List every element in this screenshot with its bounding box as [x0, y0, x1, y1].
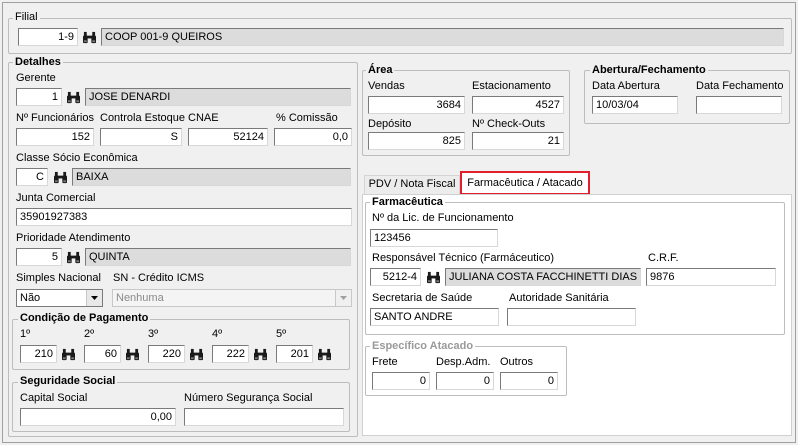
autoridade-label: Autoridade Sanitária [509, 292, 609, 304]
numero-seguranca-input[interactable] [184, 408, 344, 426]
funcionarios-label: Nº Funcionários [16, 112, 94, 124]
frete-label: Frete [372, 356, 398, 368]
area-title: Área [366, 64, 395, 77]
outros-input[interactable]: 0 [500, 372, 558, 390]
funcionarios-input[interactable]: 152 [16, 128, 94, 146]
abertura-title: Abertura/Fechamento [590, 64, 708, 77]
secretaria-label: Secretaria de Saúde [372, 292, 473, 304]
pagamento-4-label: 4º [212, 328, 223, 340]
cnae-input[interactable]: 52124 [188, 128, 268, 146]
cnae-label: CNAE [188, 112, 219, 124]
capital-input[interactable]: 0,00 [20, 408, 176, 426]
junta-label: Junta Comercial [16, 192, 96, 204]
responsavel-code-input[interactable]: 5212-4 [370, 268, 421, 286]
pagamento-title: Condição de Pagamento [18, 312, 151, 325]
pagamento-5-binoculars-icon[interactable] [315, 345, 333, 363]
classe-name-field: BAIXA [72, 168, 351, 186]
simples-select-value: Não [20, 292, 41, 304]
checkouts-input[interactable]: 21 [472, 132, 564, 150]
pagamento-3-input[interactable]: 220 [148, 345, 185, 363]
simples-select[interactable]: Não [16, 289, 103, 307]
filial-code-input[interactable]: 1-9 [18, 28, 78, 46]
pagamento-5-label: 5º [276, 328, 287, 340]
sn-credito-select-value: Nenhuma [116, 292, 164, 304]
pagamento-3-binoculars-icon[interactable] [187, 345, 205, 363]
simples-label: Simples Nacional [16, 272, 101, 284]
data-abertura-label: Data Abertura [592, 80, 660, 92]
filial-search-binoculars-icon[interactable] [80, 28, 98, 46]
prioridade-search-binoculars-icon[interactable] [64, 248, 82, 266]
pagamento-1-input[interactable]: 210 [20, 345, 57, 363]
data-fechamento-input[interactable] [696, 96, 782, 114]
secretaria-input[interactable]: SANTO ANDRE [370, 308, 499, 326]
farmaceutica-title: Farmacêutica [370, 196, 445, 209]
atacado-title: Específico Atacado [370, 340, 476, 353]
data-fechamento-label: Data Fechamento [696, 80, 784, 92]
deposito-label: Depósito [368, 118, 412, 130]
prioridade-label: Prioridade Atendimento [16, 232, 131, 244]
junta-input[interactable]: 35901927383 [16, 208, 352, 226]
responsavel-name-field: JULIANA COSTA FACCHINETTI DIAS [445, 268, 641, 286]
pagamento-4-input[interactable]: 222 [212, 345, 249, 363]
pagamento-2-binoculars-icon[interactable] [123, 345, 141, 363]
licenca-input[interactable]: 123456 [370, 229, 498, 247]
deposito-input[interactable]: 825 [368, 132, 465, 150]
pagamento-1-label: 1º [20, 328, 31, 340]
gerente-code-input[interactable]: 1 [16, 88, 62, 106]
controla-estoque-label: Controla Estoque [100, 112, 185, 124]
licenca-label: Nº da Lic. de Funcionamento [372, 212, 514, 224]
vendas-input[interactable]: 3684 [368, 96, 465, 114]
despadm-label: Desp.Adm. [436, 356, 491, 368]
chevron-down-icon[interactable] [335, 290, 351, 306]
filial-name-field: COOP 001-9 QUEIROS [101, 28, 784, 46]
comissao-input[interactable]: 0,0 [274, 128, 352, 146]
pagamento-5-input[interactable]: 201 [276, 345, 313, 363]
responsavel-label: Responsável Técnico (Farmáceutico) [372, 252, 554, 264]
classe-label: Classe Sócio Econômica [16, 152, 138, 164]
controla-estoque-input[interactable]: S [100, 128, 182, 146]
estacionamento-input[interactable]: 4527 [472, 96, 564, 114]
tab-pdv-nota-fiscal[interactable]: PDV / Nota Fiscal [364, 175, 460, 194]
checkouts-label: Nº Check-Outs [472, 118, 546, 130]
seguridade-title: Seguridade Social [18, 375, 118, 388]
data-abertura-input[interactable]: 10/03/04 [592, 96, 678, 114]
gerente-name-field: JOSE DENARDI [85, 88, 351, 106]
classe-code-input[interactable]: C [16, 168, 48, 186]
filial-title: Filial [13, 11, 40, 24]
gerente-search-binoculars-icon[interactable] [64, 88, 82, 106]
prioridade-name-field: QUINTA [85, 248, 351, 266]
responsavel-search-binoculars-icon[interactable] [424, 268, 442, 286]
sn-credito-label: SN - Crédito ICMS [113, 272, 205, 284]
numero-seguranca-label: Número Segurança Social [184, 392, 313, 404]
classe-search-binoculars-icon[interactable] [51, 168, 69, 186]
capital-label: Capital Social [20, 392, 88, 404]
pagamento-2-input[interactable]: 60 [84, 345, 121, 363]
prioridade-code-input[interactable]: 5 [16, 248, 62, 266]
crf-input[interactable]: 9876 [646, 268, 776, 286]
estacionamento-label: Estacionamento [472, 80, 551, 92]
outros-label: Outros [500, 356, 534, 368]
pagamento-1-binoculars-icon[interactable] [59, 345, 77, 363]
chevron-down-icon[interactable] [86, 290, 102, 306]
despadm-input[interactable]: 0 [436, 372, 494, 390]
pagamento-4-binoculars-icon[interactable] [251, 345, 269, 363]
detalhes-title: Detalhes [13, 56, 63, 69]
autoridade-input[interactable] [507, 308, 636, 326]
pagamento-3-label: 3º [148, 328, 159, 340]
tab-farmaceutica-label: Farmacêutica / Atacado [467, 177, 583, 189]
tab-pdv-label: PDV / Nota Fiscal [368, 178, 456, 190]
vendas-label: Vendas [368, 80, 405, 92]
comissao-label: % Comissão [276, 112, 338, 124]
gerente-label: Gerente [16, 72, 56, 84]
frete-input[interactable]: 0 [372, 372, 430, 390]
pagamento-2-label: 2º [84, 328, 95, 340]
tab-farmaceutica-atacado[interactable]: Farmacêutica / Atacado [460, 171, 590, 195]
crf-label: C.R.F. [648, 252, 679, 264]
sn-credito-select[interactable]: Nenhuma [112, 289, 352, 307]
